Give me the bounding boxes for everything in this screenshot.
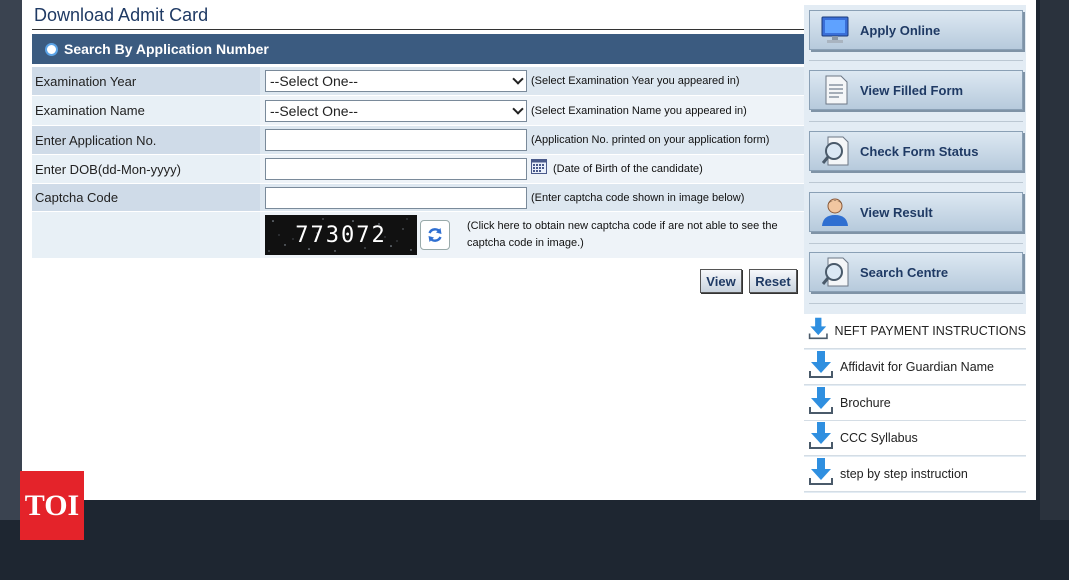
download-label: NEFT PAYMENT INSTRUCTIONS bbox=[834, 324, 1026, 338]
exam-year-value: --Select One-- bbox=[270, 73, 358, 89]
application-no-input[interactable] bbox=[265, 129, 527, 151]
dob-hint: (Date of Birth of the candidate) bbox=[553, 163, 703, 175]
form-row-captcha-code: Captcha Code (Enter captcha code shown i… bbox=[32, 184, 818, 211]
title-divider bbox=[32, 29, 818, 30]
refresh-icon bbox=[428, 228, 442, 242]
search-mode-label: Search By Application Number bbox=[64, 41, 269, 57]
refresh-captcha-button[interactable] bbox=[420, 220, 450, 250]
download-brochure[interactable]: Brochure bbox=[804, 386, 1026, 421]
application-no-label: Enter Application No. bbox=[32, 126, 260, 154]
reset-button[interactable]: Reset bbox=[749, 269, 797, 293]
search-centre-label: Search Centre bbox=[860, 264, 949, 280]
dob-input[interactable] bbox=[265, 158, 527, 180]
check-form-status-button[interactable]: Check Form Status bbox=[809, 131, 1023, 171]
exam-year-label: Examination Year bbox=[32, 67, 260, 95]
form-row-dob: Enter DOB(dd-Mon-yyyy) (Date of Birth of… bbox=[32, 155, 818, 183]
search-mode-bar: Search By Application Number bbox=[32, 34, 818, 64]
sidebar: Apply Online View Filled Form Check Form… bbox=[804, 5, 1026, 493]
view-button[interactable]: View bbox=[700, 269, 742, 293]
download-arrow-icon bbox=[809, 351, 833, 378]
apply-online-button[interactable]: Apply Online bbox=[809, 10, 1023, 50]
captcha-code-text: 773072 bbox=[295, 222, 387, 248]
sidebar-divider bbox=[809, 121, 1023, 122]
download-neft-instructions[interactable]: NEFT PAYMENT INSTRUCTIONS bbox=[804, 314, 1026, 349]
page-title: Download Admit Card bbox=[34, 5, 209, 25]
exam-year-select[interactable]: --Select One-- bbox=[265, 70, 527, 92]
dob-label: Enter DOB(dd-Mon-yyyy) bbox=[32, 155, 260, 183]
captcha-image: 773072 bbox=[265, 215, 417, 255]
download-arrow-icon bbox=[809, 387, 833, 414]
sidebar-divider bbox=[809, 243, 1023, 244]
chevron-down-icon bbox=[512, 102, 524, 115]
view-filled-form-button[interactable]: View Filled Form bbox=[809, 70, 1023, 110]
exam-year-hint: (Select Examination Year you appeared in… bbox=[531, 75, 740, 87]
form-row-exam-year: Examination Year --Select One-- (Select … bbox=[32, 67, 818, 95]
sidebar-divider bbox=[809, 60, 1023, 61]
download-affidavit-guardian-name[interactable]: Affidavit for Guardian Name bbox=[804, 350, 1026, 385]
chevron-down-icon bbox=[512, 73, 524, 85]
user-icon bbox=[822, 198, 848, 226]
toi-logo: TOI bbox=[20, 471, 84, 540]
calendar-icon[interactable] bbox=[531, 158, 547, 174]
captcha-code-hint: (Enter captcha code shown in image below… bbox=[531, 191, 745, 204]
search-mode-radio[interactable] bbox=[45, 42, 58, 56]
apply-online-label: Apply Online bbox=[860, 22, 941, 38]
application-no-hint: (Application No. printed on your applica… bbox=[531, 134, 770, 146]
check-form-status-label: Check Form Status bbox=[860, 143, 979, 159]
left-edge bbox=[0, 0, 22, 520]
screenshot-frame: Download Admit Card Search By Applicatio… bbox=[0, 0, 1069, 580]
form-row-exam-name: Examination Name --Select One-- (Select … bbox=[32, 96, 818, 125]
download-label: CCC Syllabus bbox=[840, 431, 918, 445]
captcha-code-label: Captcha Code bbox=[32, 184, 260, 211]
search-centre-button[interactable]: Search Centre bbox=[809, 252, 1023, 292]
sidebar-divider bbox=[809, 182, 1023, 183]
right-edge bbox=[1040, 0, 1069, 520]
view-result-button[interactable]: View Result bbox=[809, 192, 1023, 232]
view-filled-form-label: View Filled Form bbox=[860, 82, 964, 98]
download-arrow-icon bbox=[809, 422, 833, 449]
exam-name-value: --Select One-- bbox=[270, 102, 358, 119]
download-label: step by step instruction bbox=[840, 467, 968, 481]
monitor-icon bbox=[821, 16, 849, 43]
download-arrow-icon bbox=[809, 458, 833, 485]
exam-name-label: Examination Name bbox=[32, 96, 260, 125]
captcha-row-spacer bbox=[32, 212, 260, 258]
document-icon bbox=[825, 75, 848, 105]
view-result-label: View Result bbox=[860, 204, 933, 220]
download-label: Affidavit for Guardian Name bbox=[840, 360, 995, 374]
exam-name-hint: (Select Examination Name you appeared in… bbox=[531, 104, 747, 117]
magnifier-document-icon bbox=[821, 136, 849, 166]
page-content: Download Admit Card Search By Applicatio… bbox=[22, 0, 1036, 500]
captcha-refresh-hint: (Click here to obtain new captcha code i… bbox=[467, 220, 778, 249]
form-row-application-no: Enter Application No. (Application No. p… bbox=[32, 126, 818, 154]
download-step-by-step-instruction[interactable]: step by step instruction bbox=[804, 457, 1026, 492]
sidebar-divider bbox=[809, 303, 1023, 304]
download-label: Brochure bbox=[840, 396, 891, 410]
download-ccc-syllabus[interactable]: CCC Syllabus bbox=[804, 421, 1026, 456]
captcha-image-row: 773072 (Click here to obtain new captcha… bbox=[32, 212, 818, 258]
exam-name-select[interactable]: --Select One-- bbox=[265, 99, 527, 122]
download-arrow-icon bbox=[808, 317, 828, 340]
captcha-code-input[interactable] bbox=[265, 186, 527, 209]
magnifier-document-icon bbox=[821, 257, 849, 287]
